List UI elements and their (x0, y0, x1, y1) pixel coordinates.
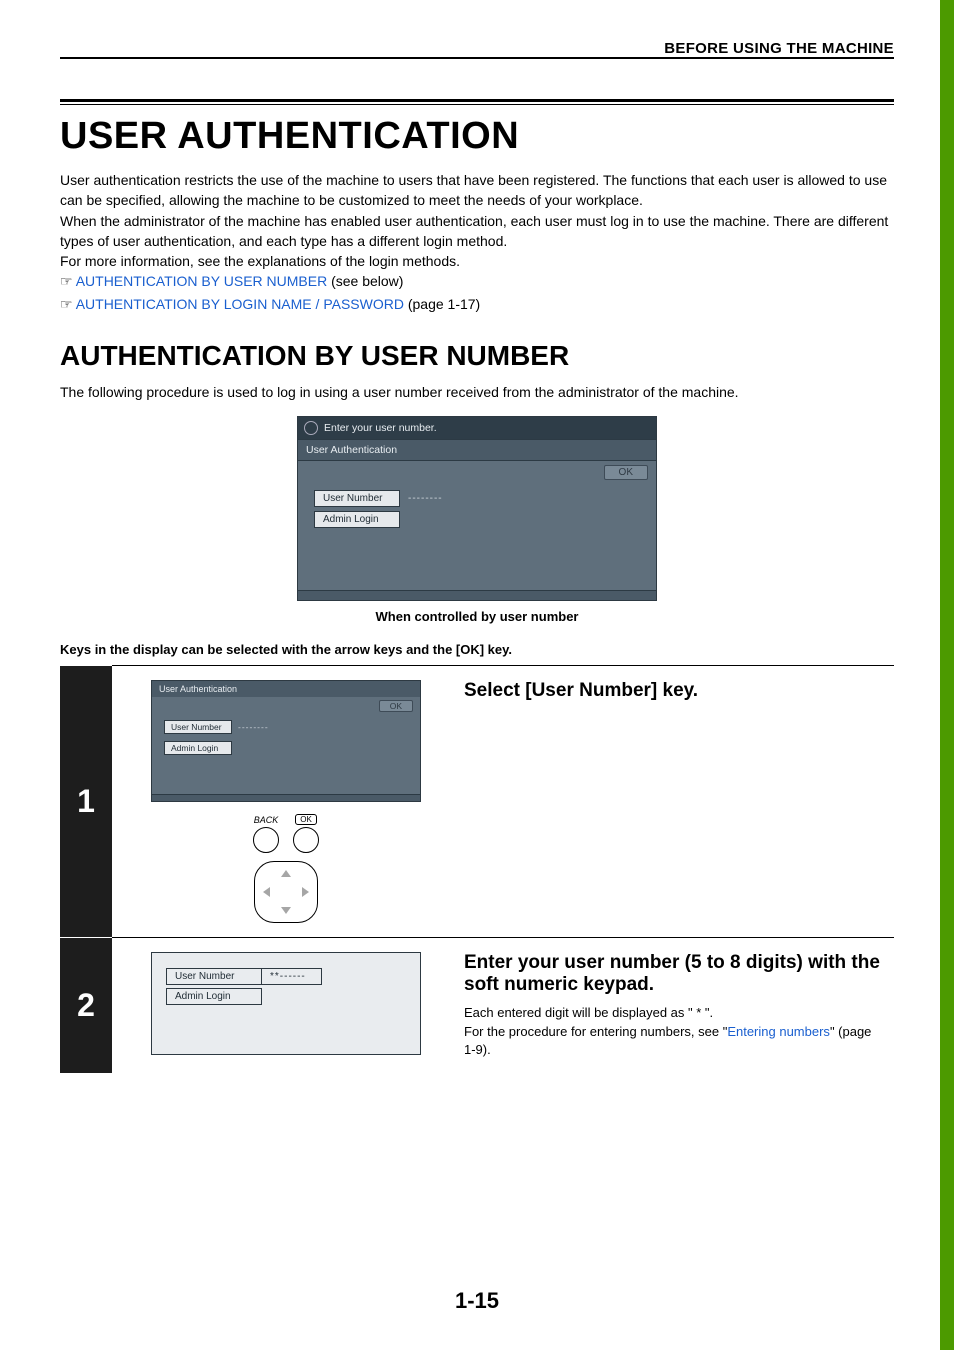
step1-screen-subtitle: User Authentication (152, 681, 420, 697)
link-auth-user-number[interactable]: AUTHENTICATION BY USER NUMBER (76, 273, 328, 289)
link-row-2: ☞ AUTHENTICATION BY LOGIN NAME / PASSWOR… (60, 294, 894, 316)
step2-body-post: ". (701, 1005, 713, 1020)
header-rule (60, 57, 894, 59)
step1-screen: User Authentication OK User Number ------… (151, 680, 421, 802)
arrow-left-icon (263, 887, 270, 897)
step1-user-number-value: -------- (238, 722, 269, 732)
user-number-value: -------- (408, 493, 443, 504)
side-tab (940, 0, 954, 1350)
intro-p2: When the administrator of the machine ha… (60, 211, 894, 252)
admin-login-button[interactable]: Admin Login (314, 511, 400, 528)
link-entering-numbers[interactable]: Entering numbers (727, 1024, 830, 1039)
title-rule-thin (60, 104, 894, 105)
step1-user-number-row: User Number -------- (164, 717, 408, 735)
globe-icon (304, 421, 318, 435)
step-1-number: 1 (60, 666, 112, 937)
ok-row: OK (298, 461, 656, 484)
link-row-1: ☞ AUTHENTICATION BY USER NUMBER (see bel… (60, 271, 894, 293)
screen-prompt: Enter your user number. (324, 422, 437, 434)
user-number-row: User Number -------- (314, 490, 640, 507)
main-caption: When controlled by user number (60, 609, 894, 624)
section-heading: AUTHENTICATION BY USER NUMBER (60, 340, 894, 372)
link1-suffix: (see below) (327, 273, 403, 289)
step2-user-number-value: **------ (262, 968, 322, 985)
back-button[interactable] (253, 827, 279, 853)
intro-p3: For more information, see the explanatio… (60, 251, 894, 271)
title-rule-thick (60, 99, 894, 102)
pointer-icon: ☞ (60, 298, 73, 313)
link-auth-login-password[interactable]: AUTHENTICATION BY LOGIN NAME / PASSWORD (76, 296, 404, 312)
breadcrumb: BEFORE USING THE MACHINE (60, 40, 894, 57)
header-region: BEFORE USING THE MACHINE (60, 40, 894, 59)
screen-title-row: Enter your user number. (298, 417, 656, 439)
admin-login-row: Admin Login (314, 511, 640, 528)
step2-screen: User Number **------ Admin Login (151, 952, 421, 1055)
step1-user-number-button[interactable]: User Number (164, 720, 232, 734)
step2-title: Enter your user number (5 to 8 digits) w… (464, 952, 886, 996)
step1-admin-row: Admin Login (164, 738, 408, 756)
step2-user-number-button[interactable]: User Number (166, 968, 262, 985)
arrow-up-icon (281, 870, 291, 877)
keys-note: Keys in the display can be selected with… (60, 642, 894, 657)
ok-label: OK (295, 814, 317, 825)
step-1-figure: User Authentication OK User Number ------… (126, 680, 446, 923)
screen-footer (298, 590, 656, 600)
screen-body: User Number -------- Admin Login (298, 484, 656, 590)
page-number: 1-15 (0, 1288, 954, 1314)
ok-hard-button[interactable] (293, 827, 319, 853)
link2-suffix: (page 1-17) (404, 296, 480, 312)
section-lead: The following procedure is used to log i… (60, 382, 894, 402)
user-number-button[interactable]: User Number (314, 490, 400, 507)
step-1: 1 User Authentication OK User Number ----… (60, 666, 894, 937)
arrow-right-icon (302, 887, 309, 897)
main-screen: Enter your user number. User Authenticat… (297, 416, 657, 601)
step1-ok-button[interactable]: OK (379, 700, 413, 712)
step2-admin-login-button[interactable]: Admin Login (166, 988, 262, 1005)
step1-title: Select [User Number] key. (464, 680, 886, 702)
main-screen-figure: Enter your user number. User Authenticat… (297, 416, 657, 601)
ok-key-group: OK (293, 814, 319, 853)
arrow-down-icon (281, 907, 291, 914)
page-title: USER AUTHENTICATION (60, 115, 894, 158)
pointer-icon: ☞ (60, 275, 73, 290)
back-label: BACK (254, 815, 279, 825)
step2-body2-pre: For the procedure for entering numbers, … (464, 1024, 727, 1039)
step2-user-number-row: User Number **------ (166, 968, 406, 985)
intro-p1: User authentication restricts the use of… (60, 170, 894, 211)
step-2-number: 2 (60, 938, 112, 1073)
screen-subtitle: User Authentication (298, 439, 656, 461)
step2-body-line1: Each entered digit will be displayed as … (464, 1004, 886, 1022)
step2-body-pre: Each entered digit will be displayed as … (464, 1005, 696, 1020)
step-2: 2 User Number **------ Admin Login Enter… (60, 938, 894, 1073)
dpad[interactable] (254, 861, 318, 923)
nav-keys: BACK OK (253, 814, 319, 923)
back-key-group: BACK (253, 815, 279, 853)
step2-body-line2: For the procedure for entering numbers, … (464, 1023, 886, 1059)
step1-screen-footer (152, 794, 420, 801)
step1-admin-login-button[interactable]: Admin Login (164, 741, 232, 755)
step-2-figure: User Number **------ Admin Login (126, 952, 446, 1059)
ok-button[interactable]: OK (604, 465, 648, 480)
step2-admin-row: Admin Login (166, 988, 406, 1005)
